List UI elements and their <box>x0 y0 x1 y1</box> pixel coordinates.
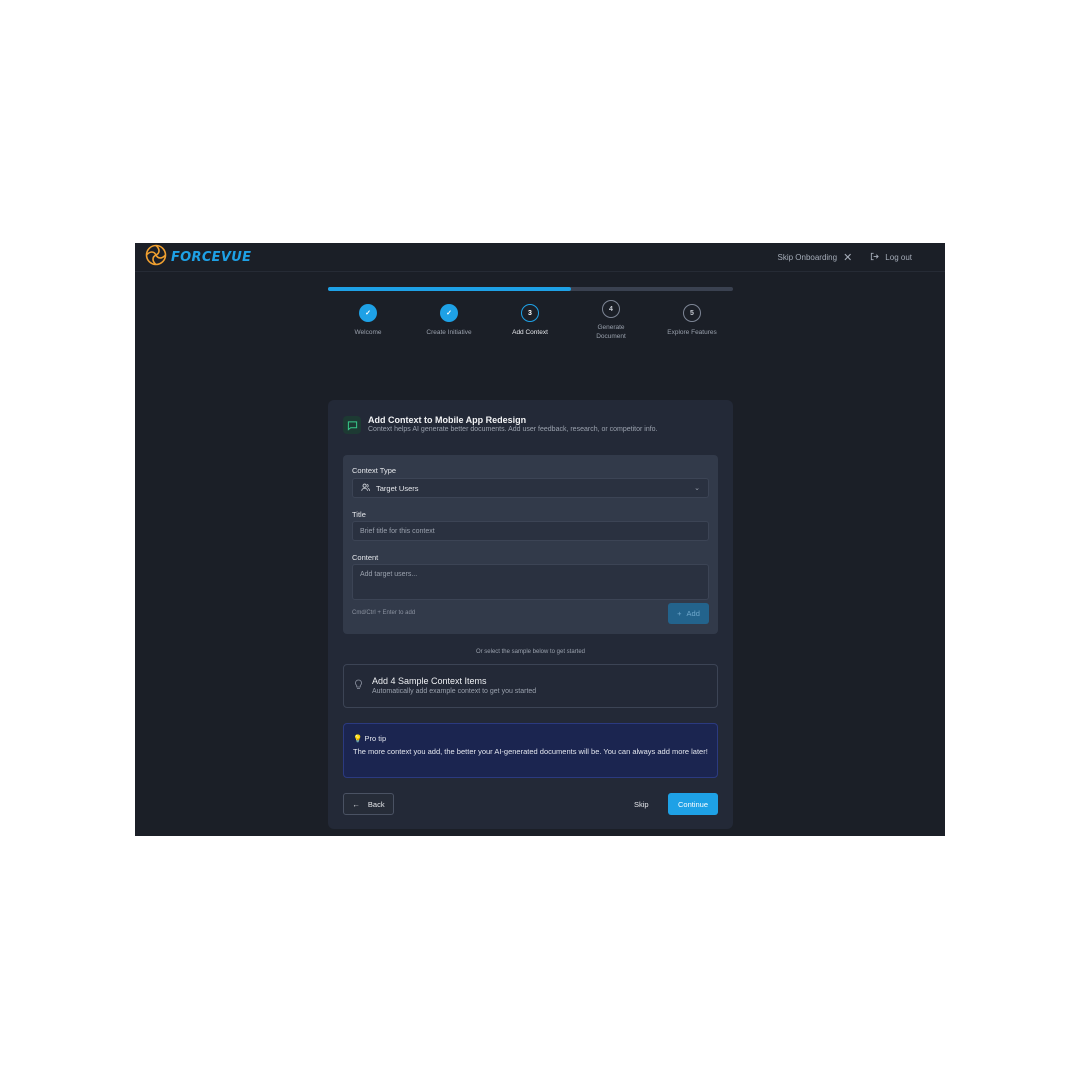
continue-button[interactable]: Continue <box>668 793 718 815</box>
step-generate-document: 4 Generate Document <box>571 300 651 341</box>
pro-tip-title-text: Pro tip <box>364 734 387 743</box>
step-check-icon: ✓ <box>440 304 458 322</box>
context-type-value: Target Users <box>376 483 419 493</box>
plus-icon: + <box>677 609 682 618</box>
step-label: Welcome <box>354 329 382 336</box>
add-context-card: Add Context to Mobile App Redesign Conte… <box>328 400 733 829</box>
add-context-button[interactable]: + Add <box>668 603 709 624</box>
step-label: Create Initiative <box>426 329 472 336</box>
close-icon: ✕ <box>843 251 853 264</box>
pro-tip: 💡 Pro tip The more context you add, the … <box>343 723 718 778</box>
pro-tip-title: 💡 Pro tip <box>353 733 708 744</box>
card-title: Add Context to Mobile App Redesign <box>368 415 527 425</box>
sample-hint-text: Or select the sample below to get starte… <box>475 649 586 655</box>
step-create-initiative: ✓ Create Initiative <box>409 304 489 337</box>
lightbulb-icon: 💡 <box>353 734 363 743</box>
sample-title: Add 4 Sample Context Items <box>372 675 487 686</box>
content-placeholder: Add target users... <box>360 571 418 578</box>
skip-button[interactable]: Skip <box>634 793 649 815</box>
step-label: Add Context <box>512 329 548 336</box>
skip-onboarding-label: Skip Onboarding <box>777 252 838 262</box>
card-subtitle: Context helps AI generate better documen… <box>368 426 658 433</box>
context-type-label: Context Type <box>352 466 397 475</box>
title-input[interactable]: Brief title for this context <box>352 521 709 541</box>
keyboard-hint: Cmd/Ctrl + Enter to add <box>352 610 416 616</box>
step-number: 4 <box>602 300 620 318</box>
progress-bar <box>328 287 733 291</box>
back-button[interactable]: ← Back <box>343 793 394 815</box>
users-icon <box>361 483 370 494</box>
context-type-select[interactable]: Target Users ⌄ <box>352 478 709 498</box>
step-number: 5 <box>683 304 701 322</box>
back-label: Back <box>367 799 385 809</box>
add-label: Add <box>686 609 700 618</box>
arrow-left-icon: ← <box>352 799 360 809</box>
onboarding-app: FORCEVUE Skip Onboarding ✕ Log out ✓ Wel… <box>135 243 945 836</box>
content-textarea[interactable]: Add target users... <box>352 564 709 600</box>
add-sample-items-button[interactable]: Add 4 Sample Context Items Automatically… <box>343 664 718 708</box>
step-label: Generate Document <box>596 324 626 340</box>
logout-button[interactable]: Log out <box>870 252 912 263</box>
message-square-icon <box>343 416 361 434</box>
skip-onboarding-button[interactable]: Skip Onboarding ✕ <box>777 251 852 264</box>
progress-fill <box>328 287 571 291</box>
pro-tip-text: The more context you add, the better you… <box>353 747 708 756</box>
sample-subtitle: Automatically add example context to get… <box>372 687 537 695</box>
logo-icon <box>145 244 167 271</box>
chevron-down-icon: ⌄ <box>694 485 700 492</box>
context-form: Context Type Target Users ⌄ Title Brief … <box>343 455 718 634</box>
step-add-context: 3 Add Context <box>490 304 570 337</box>
brand-name: FORCEVUE <box>171 249 252 265</box>
top-actions: Skip Onboarding ✕ Log out <box>777 251 912 264</box>
logout-icon <box>870 252 880 263</box>
lightbulb-icon <box>354 677 363 695</box>
title-placeholder: Brief title for this context <box>360 527 435 535</box>
title-label: Title <box>352 510 366 519</box>
step-label: Explore Features <box>667 329 717 336</box>
logout-label: Log out <box>885 252 912 262</box>
step-check-icon: ✓ <box>359 304 377 322</box>
top-bar: FORCEVUE Skip Onboarding ✕ Log out <box>135 243 945 272</box>
step-explore-features: 5 Explore Features <box>652 304 732 337</box>
card-header: Add Context to Mobile App Redesign Conte… <box>343 415 658 434</box>
step-welcome: ✓ Welcome <box>328 304 408 337</box>
step-number: 3 <box>521 304 539 322</box>
brand[interactable]: FORCEVUE <box>145 244 251 271</box>
content-label: Content <box>352 553 379 562</box>
